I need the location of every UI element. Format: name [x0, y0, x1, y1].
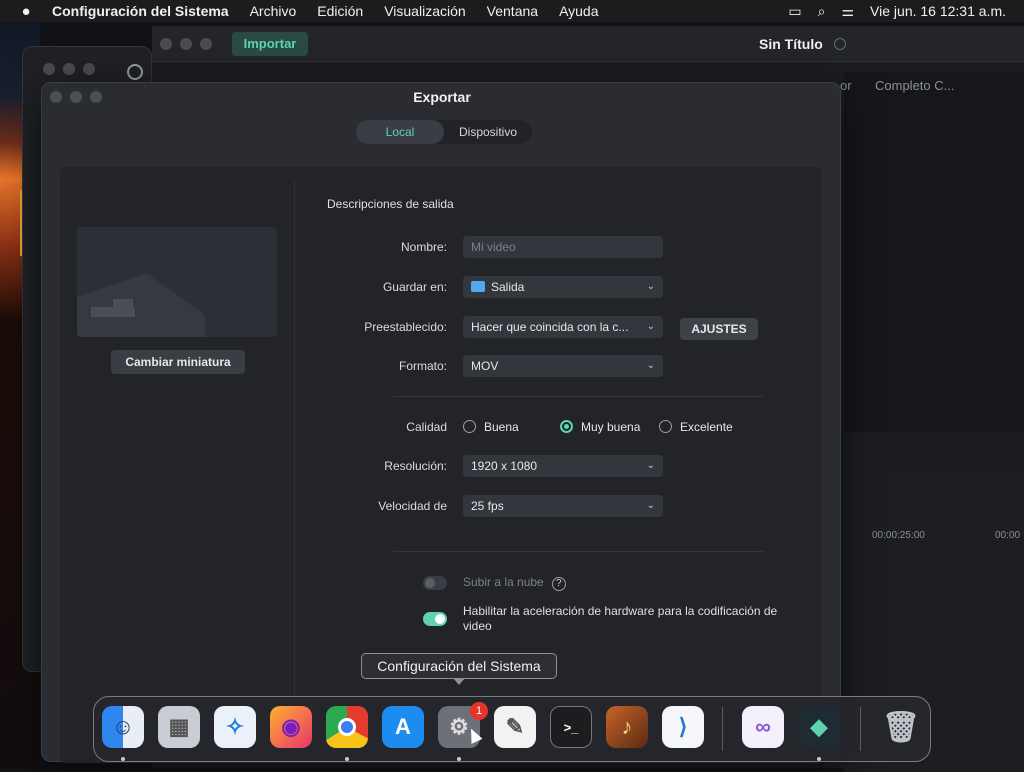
save-location-label: Guardar en: — [382, 280, 447, 294]
textedit-icon[interactable]: ✎ — [494, 706, 536, 748]
video-thumbnail — [77, 227, 277, 337]
quality-option-label: Excelente — [680, 420, 733, 434]
cloud-upload-text: Subir a la nube — [463, 575, 544, 589]
safari-icon[interactable]: ✧ — [214, 706, 256, 748]
spotlight-search-icon[interactable]: ⌕ — [818, 3, 826, 20]
dock: ☺ ▦ ✧ ◉ A ⚙ 1 ✎ >_ ♪ ⟩ ∞ ◆ 🗑 — [93, 696, 931, 762]
dock-separator — [860, 707, 861, 751]
cloud-upload-toggle[interactable] — [423, 576, 447, 590]
chrome-icon[interactable] — [326, 706, 368, 748]
trash-icon[interactable]: 🗑 — [880, 706, 922, 748]
editor-zoom-button[interactable] — [200, 38, 212, 50]
framerate-value: 25 fps — [471, 499, 504, 513]
terminal-icon[interactable]: >_ — [550, 706, 592, 748]
section-divider — [393, 551, 763, 552]
resolution-select[interactable]: 1920 x 1080 ⌄ — [463, 455, 663, 477]
menu-bar: ● Configuración del Sistema Archivo Edic… — [0, 0, 1024, 22]
preview-quality-select[interactable]: Completo C... — [875, 78, 954, 93]
hardware-acceleration-label: Habilitar la aceleración de hardware par… — [463, 604, 778, 633]
timeline-timecode: 00:00:25:00 — [872, 530, 925, 541]
filmora-icon[interactable]: ◆ — [798, 706, 840, 748]
chevron-down-icon: ⌄ — [646, 321, 655, 332]
project-status-icon — [834, 38, 846, 50]
thumbnail-preview-graphic — [77, 273, 205, 337]
resolution-value: 1920 x 1080 — [471, 459, 538, 473]
preset-label: Preestablecido: — [364, 320, 447, 334]
format-select[interactable]: MOV ⌄ — [463, 355, 663, 377]
save-location-select[interactable]: Salida ⌄ — [463, 276, 663, 298]
firefox-icon[interactable]: ◉ — [270, 706, 312, 748]
editor-minimize-button[interactable] — [180, 38, 192, 50]
screen-mirroring-icon[interactable]: ▭ — [788, 3, 801, 20]
save-location-value: Salida — [491, 280, 525, 294]
launchpad-icon[interactable]: ▦ — [158, 706, 200, 748]
dock-tooltip: Configuración del Sistema — [361, 653, 557, 685]
preset-select[interactable]: Hacer que coincida con la c... ⌄ — [463, 316, 663, 338]
menu-ventana[interactable]: Ventana — [487, 3, 538, 19]
hardware-acceleration-toggle[interactable] — [423, 612, 447, 626]
format-value: MOV — [471, 359, 499, 373]
help-icon[interactable]: ? — [551, 577, 566, 591]
browser-traffic-lights — [43, 63, 143, 80]
tab-local[interactable]: Local — [356, 120, 444, 144]
garageband-icon[interactable]: ♪ — [606, 706, 648, 748]
project-title: Sin Título — [759, 36, 823, 52]
preview-panel — [844, 72, 1024, 432]
framerate-select[interactable]: 25 fps ⌄ — [463, 495, 663, 517]
control-center-icon[interactable]: ⚌ — [841, 3, 854, 20]
settings-button[interactable]: AJUSTES — [680, 318, 758, 340]
timeline-timecode-2: 00:00 — [995, 530, 1021, 541]
section-divider — [393, 396, 763, 397]
editor-close-button[interactable] — [160, 38, 172, 50]
chevron-down-icon: ⌄ — [646, 281, 655, 292]
running-indicator — [817, 757, 821, 761]
notification-badge: 1 — [470, 702, 488, 720]
vscode-icon[interactable]: ⟩ — [662, 706, 704, 748]
cloud-upload-label: Subir a la nube? — [463, 575, 793, 591]
chevron-down-icon: ⌄ — [646, 460, 655, 471]
folder-icon — [471, 281, 485, 292]
app-store-icon[interactable]: A — [382, 706, 424, 748]
editor-titlebar: Importar Sin Título — [152, 26, 1024, 62]
running-indicator — [457, 757, 461, 761]
radio-icon — [463, 420, 476, 433]
chevron-down-icon: ⌄ — [646, 500, 655, 511]
name-input[interactable]: Mi video — [463, 236, 663, 258]
quality-option-excelente[interactable]: Excelente — [659, 420, 733, 434]
dock-separator — [722, 707, 723, 751]
quality-option-buena[interactable]: Buena — [463, 420, 519, 434]
preset-value: Hacer que coincida con la c... — [471, 320, 629, 334]
name-label: Nombre: — [400, 240, 447, 254]
menu-archivo[interactable]: Archivo — [250, 3, 297, 19]
finder-icon[interactable]: ☺ — [102, 706, 144, 748]
running-indicator — [121, 757, 125, 761]
output-section-title: Descripciones de salida — [327, 197, 454, 211]
quality-option-label: Buena — [484, 420, 519, 434]
panel-divider — [294, 179, 295, 699]
menu-edicion[interactable]: Edición — [317, 3, 363, 19]
menu-clock[interactable]: Vie jun. 16 12:31 a.m. — [870, 3, 1006, 19]
chrome-icon — [127, 64, 143, 80]
quality-option-muy-buena[interactable]: Muy buena — [560, 420, 640, 434]
framerate-label: Velocidad de — [378, 499, 447, 513]
dialog-title: Exportar — [413, 89, 471, 105]
tab-dispositivo[interactable]: Dispositivo — [444, 120, 532, 144]
quality-label: Calidad — [406, 420, 447, 434]
radio-selected-icon — [560, 420, 573, 433]
chevron-down-icon: ⌄ — [646, 360, 655, 371]
menu-visualizacion[interactable]: Visualización — [384, 3, 465, 19]
resolution-label: Resolución: — [384, 459, 447, 473]
running-indicator — [345, 757, 349, 761]
apple-menu-icon[interactable]: ● — [0, 3, 52, 20]
quality-option-label: Muy buena — [581, 420, 641, 434]
menu-ayuda[interactable]: Ayuda — [559, 3, 598, 19]
change-thumbnail-button[interactable]: Cambiar miniatura — [111, 350, 245, 374]
radio-icon — [659, 420, 672, 433]
menu-app-name[interactable]: Configuración del Sistema — [52, 3, 229, 19]
visual-studio-icon[interactable]: ∞ — [742, 706, 784, 748]
import-button[interactable]: Importar — [232, 32, 308, 56]
export-target-tabs: Local Dispositivo — [356, 120, 532, 144]
format-label: Formato: — [398, 359, 447, 373]
